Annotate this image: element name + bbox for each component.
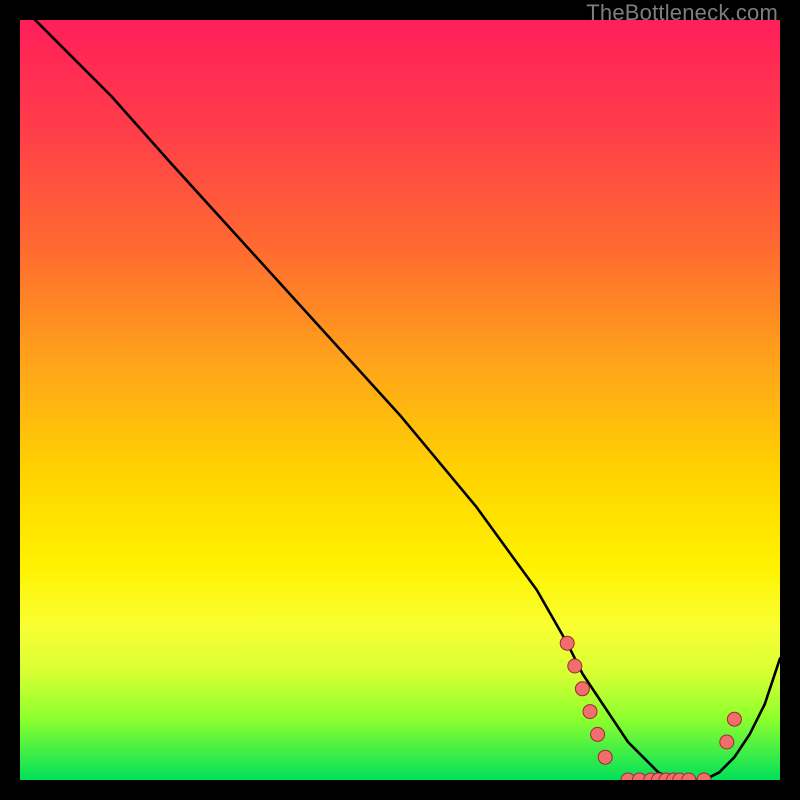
chart-stage: TheBottleneck.com xyxy=(0,0,800,800)
curve-marker xyxy=(575,682,589,696)
curve-marker xyxy=(560,636,574,650)
curve-marker xyxy=(720,735,734,749)
chart-svg xyxy=(20,20,780,780)
watermark-text: TheBottleneck.com xyxy=(586,0,778,26)
curve-marker xyxy=(591,727,605,741)
plot-area xyxy=(20,20,780,780)
curve-marker xyxy=(583,705,597,719)
curve-marker xyxy=(697,773,711,780)
curve-marker xyxy=(568,659,582,673)
bottleneck-curve xyxy=(35,20,780,780)
curve-markers xyxy=(560,636,741,780)
curve-marker xyxy=(598,750,612,764)
curve-marker xyxy=(727,712,741,726)
